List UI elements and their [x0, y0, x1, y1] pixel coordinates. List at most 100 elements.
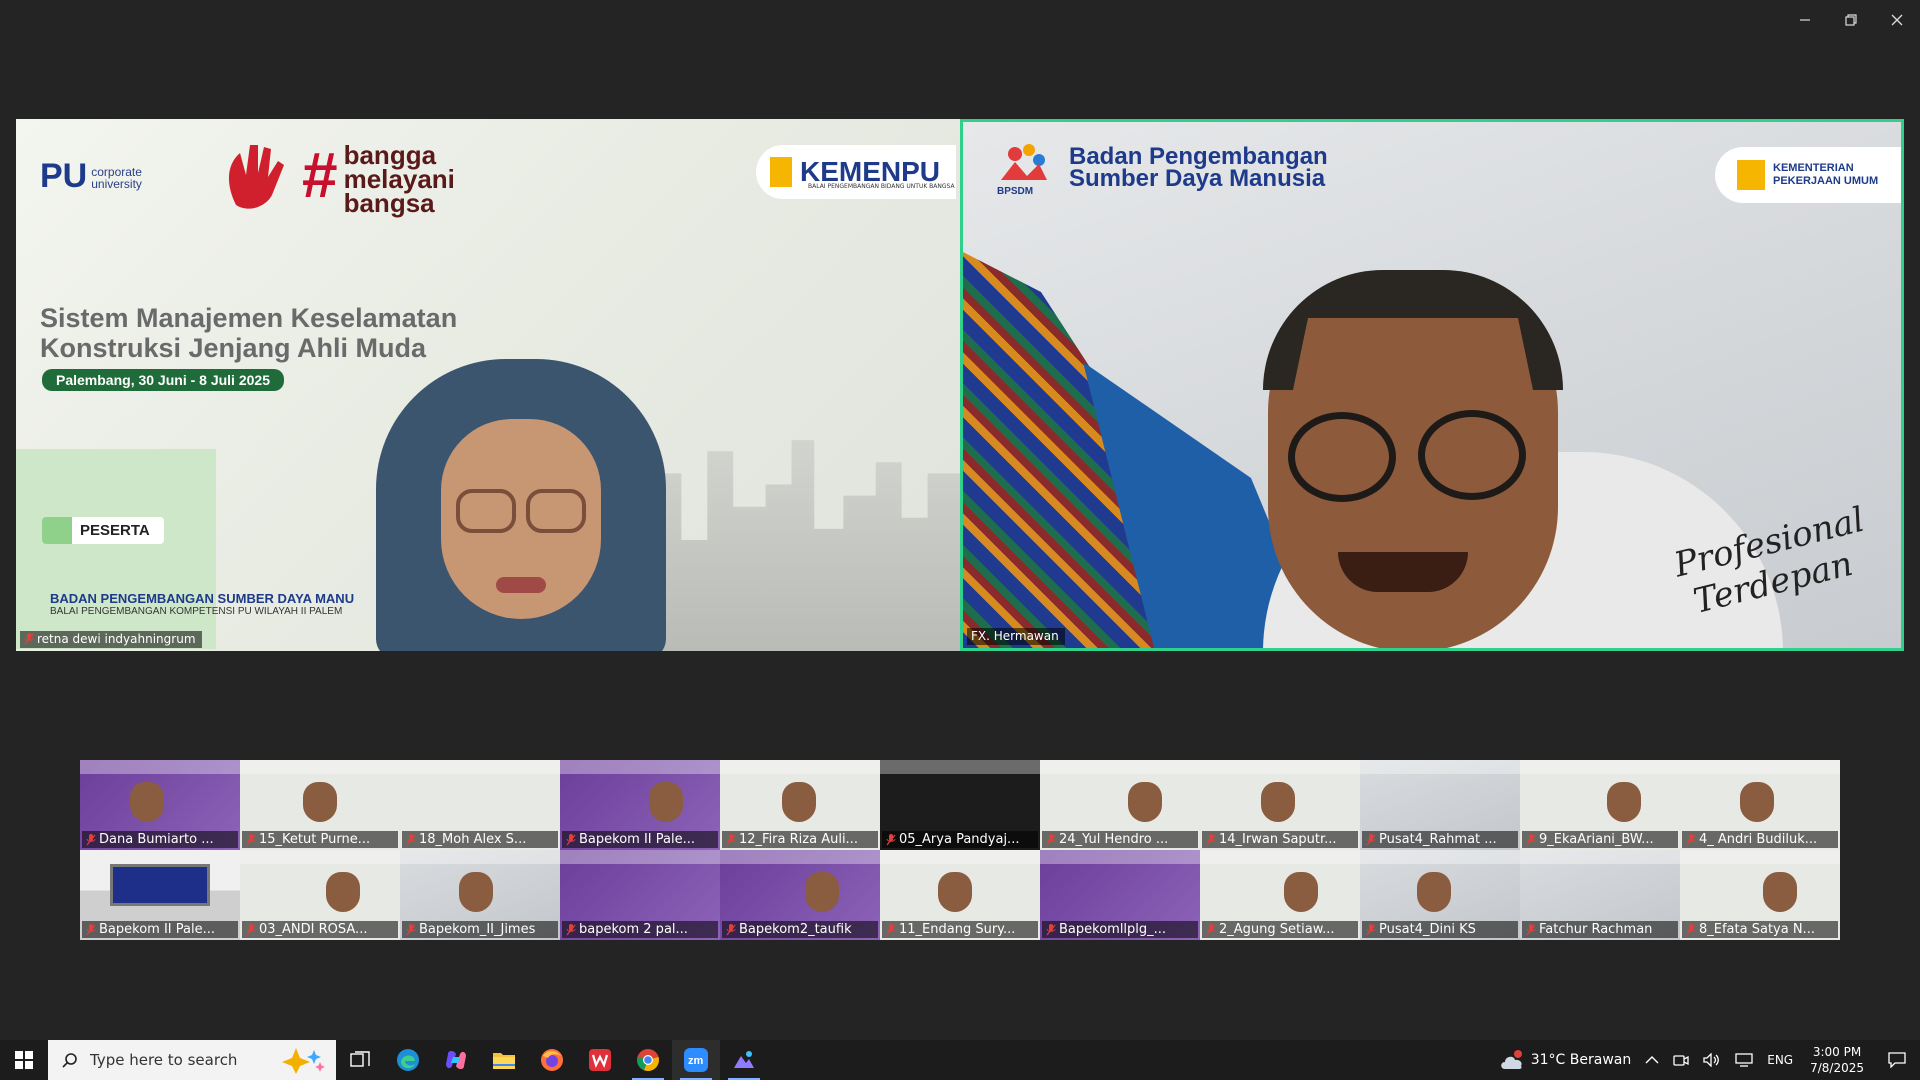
- participant-thumbnail[interactable]: 11_Endang Sury...: [880, 850, 1040, 940]
- meet-now-button[interactable]: [1666, 1040, 1696, 1080]
- participant-thumbnail[interactable]: 12_Fira Riza Auli...: [720, 760, 880, 850]
- background-banner: [1520, 760, 1680, 774]
- search-placeholder: Type here to search: [90, 1051, 238, 1069]
- copilot-button[interactable]: [432, 1040, 480, 1080]
- start-button[interactable]: [0, 1040, 48, 1080]
- participant-name: bapekom 2 pal...: [579, 922, 688, 937]
- participant-nametag: 11_Endang Sury...: [882, 921, 1038, 938]
- cloudy-weather-icon: [1500, 1050, 1522, 1069]
- participant-thumbnail[interactable]: Pusat4_Dini KS: [1360, 850, 1520, 940]
- close-button[interactable]: [1874, 6, 1920, 34]
- pu-corporate-university-logo: PU corporate university: [40, 157, 142, 195]
- photos-app-button[interactable]: [720, 1040, 768, 1080]
- minimize-button[interactable]: [1782, 6, 1828, 34]
- edge-button[interactable]: [384, 1040, 432, 1080]
- background-banner: [400, 850, 560, 864]
- participant-thumbnail[interactable]: 14_Irwan Saputr...: [1200, 760, 1360, 850]
- participant-face: [1763, 872, 1797, 912]
- participant-thumbnail[interactable]: bapekom 2 pal...: [560, 850, 720, 940]
- participant-face: [1284, 872, 1318, 912]
- participant-nametag: 12_Fira Riza Auli...: [722, 831, 878, 848]
- firefox-button[interactable]: [528, 1040, 576, 1080]
- mic-muted-icon: [86, 923, 96, 935]
- participant-thumbnail[interactable]: 05_Arya Pandyaj...: [880, 760, 1040, 850]
- participant-nametag: 24_Yul Hendro ...: [1042, 831, 1198, 848]
- taskbar-search-box[interactable]: Type here to search: [48, 1040, 336, 1080]
- participant-face: [938, 872, 972, 912]
- edge-icon: [397, 1049, 419, 1071]
- task-view-button[interactable]: [336, 1040, 384, 1080]
- background-banner: [400, 760, 560, 774]
- kementerian-emblem-icon: [1737, 160, 1765, 190]
- folder-icon: [493, 1053, 515, 1069]
- participant-thumbnail[interactable]: Bapekom II Pale...: [80, 850, 240, 940]
- glasses-left-lens: [1288, 412, 1396, 502]
- speaker-video-tile-right[interactable]: BPSDM Badan Pengembangan Sumber Daya Man…: [960, 119, 1904, 651]
- wps-office-icon: [589, 1049, 611, 1071]
- participant-thumbnail[interactable]: 9_EkaAriani_BW...: [1520, 760, 1680, 850]
- participant-name: 2_Agung Setiaw...: [1219, 922, 1335, 937]
- mic-muted-icon: [1526, 923, 1536, 935]
- input-language[interactable]: ENG: [1760, 1040, 1800, 1080]
- participant-thumbnail[interactable]: Dana Bumiarto ...: [80, 760, 240, 850]
- mic-muted-icon: [1046, 833, 1056, 845]
- participant-nametag: 8_Efata Satya N...: [1682, 921, 1838, 938]
- slide-footer: BADAN PENGEMBANGAN SUMBER DAYA MANU BALA…: [50, 591, 355, 617]
- background-banner: [1040, 850, 1200, 864]
- network-button[interactable]: [1728, 1040, 1760, 1080]
- svg-text:BPSDM: BPSDM: [997, 186, 1033, 196]
- role-badge: PESERTA: [42, 517, 164, 544]
- show-hidden-icons-button[interactable]: [1638, 1040, 1666, 1080]
- background-banner: [1520, 850, 1680, 864]
- minimize-icon: [1800, 19, 1810, 21]
- mic-muted-icon: [1686, 923, 1696, 935]
- mic-muted-icon: [1526, 833, 1536, 845]
- participant-nametag: 18_Moh Alex S...: [402, 831, 558, 848]
- participant-thumbnail[interactable]: Bapekom_II_Jimes: [400, 850, 560, 940]
- participant-thumbnail[interactable]: Bapekom II Pale...: [560, 760, 720, 850]
- background-banner: [1200, 850, 1360, 864]
- slide-title: Sistem Manajemen Keselamatan Konstruksi …: [40, 303, 458, 363]
- participant-thumbnail[interactable]: Bapekom2_taufik: [720, 850, 880, 940]
- file-explorer-button[interactable]: [480, 1040, 528, 1080]
- participant-face: [1417, 872, 1451, 912]
- mic-muted-icon: [1206, 833, 1216, 845]
- participant-thumbnail[interactable]: 24_Yul Hendro ...: [1040, 760, 1200, 850]
- svg-text:zm: zm: [688, 1055, 704, 1067]
- photos-icon: [734, 1051, 754, 1068]
- participant-thumbnail[interactable]: 15_Ketut Purne...: [240, 760, 400, 850]
- participant-thumbnail[interactable]: Bapekomllplg_...: [1040, 850, 1200, 940]
- participant-nametag: 9_EkaAriani_BW...: [1522, 831, 1678, 848]
- participant-thumbnail[interactable]: Fatchur Rachman: [1520, 850, 1680, 940]
- participant-name: Dana Bumiarto ...: [99, 832, 214, 847]
- clock[interactable]: 3:00 PM 7/8/2025: [1800, 1040, 1874, 1080]
- background-banner: [1360, 760, 1520, 774]
- background-banner: [720, 850, 880, 864]
- weather-widget[interactable]: 31°C Berawan: [1492, 1040, 1639, 1080]
- restore-button[interactable]: [1828, 6, 1874, 34]
- speaker-video-tile-left[interactable]: PU corporate university # bangga melayani b…: [16, 119, 960, 651]
- participant-name: Bapekom II Pale...: [579, 832, 695, 847]
- participant-nametag: Bapekom2_taufik: [722, 921, 878, 938]
- participant-thumbnail[interactable]: 4_ Andri Budiluk...: [1680, 760, 1840, 850]
- task-view-icon: [350, 1051, 370, 1067]
- wps-office-button[interactable]: [576, 1040, 624, 1080]
- participant-name: 24_Yul Hendro ...: [1059, 832, 1169, 847]
- participant-thumbnail[interactable]: 2_Agung Setiaw...: [1200, 850, 1360, 940]
- mic-muted-icon: [726, 923, 736, 935]
- volume-button[interactable]: [1696, 1040, 1728, 1080]
- participant-name: Bapekom2_taufik: [739, 922, 852, 937]
- background-banner: [1680, 850, 1840, 864]
- participant-nametag: Bapekom II Pale...: [562, 831, 718, 848]
- participant-thumbnail[interactable]: 8_Efata Satya N...: [1680, 850, 1840, 940]
- speaker-icon: [1703, 1053, 1720, 1067]
- participant-thumbnail[interactable]: 03_ANDI ROSA...: [240, 850, 400, 940]
- notifications-button[interactable]: [1874, 1040, 1920, 1080]
- chrome-button[interactable]: [624, 1040, 672, 1080]
- participant-name: 12_Fira Riza Auli...: [739, 832, 858, 847]
- participant-thumbnail[interactable]: 18_Moh Alex S...: [400, 760, 560, 850]
- zoom-button[interactable]: zm: [672, 1040, 720, 1080]
- mic-muted-icon: [1366, 833, 1376, 845]
- system-tray: 31°C Berawan ENG 3:00 PM 7/8/2025: [1492, 1040, 1920, 1080]
- participant-thumbnail[interactable]: Pusat4_Rahmat ...: [1360, 760, 1520, 850]
